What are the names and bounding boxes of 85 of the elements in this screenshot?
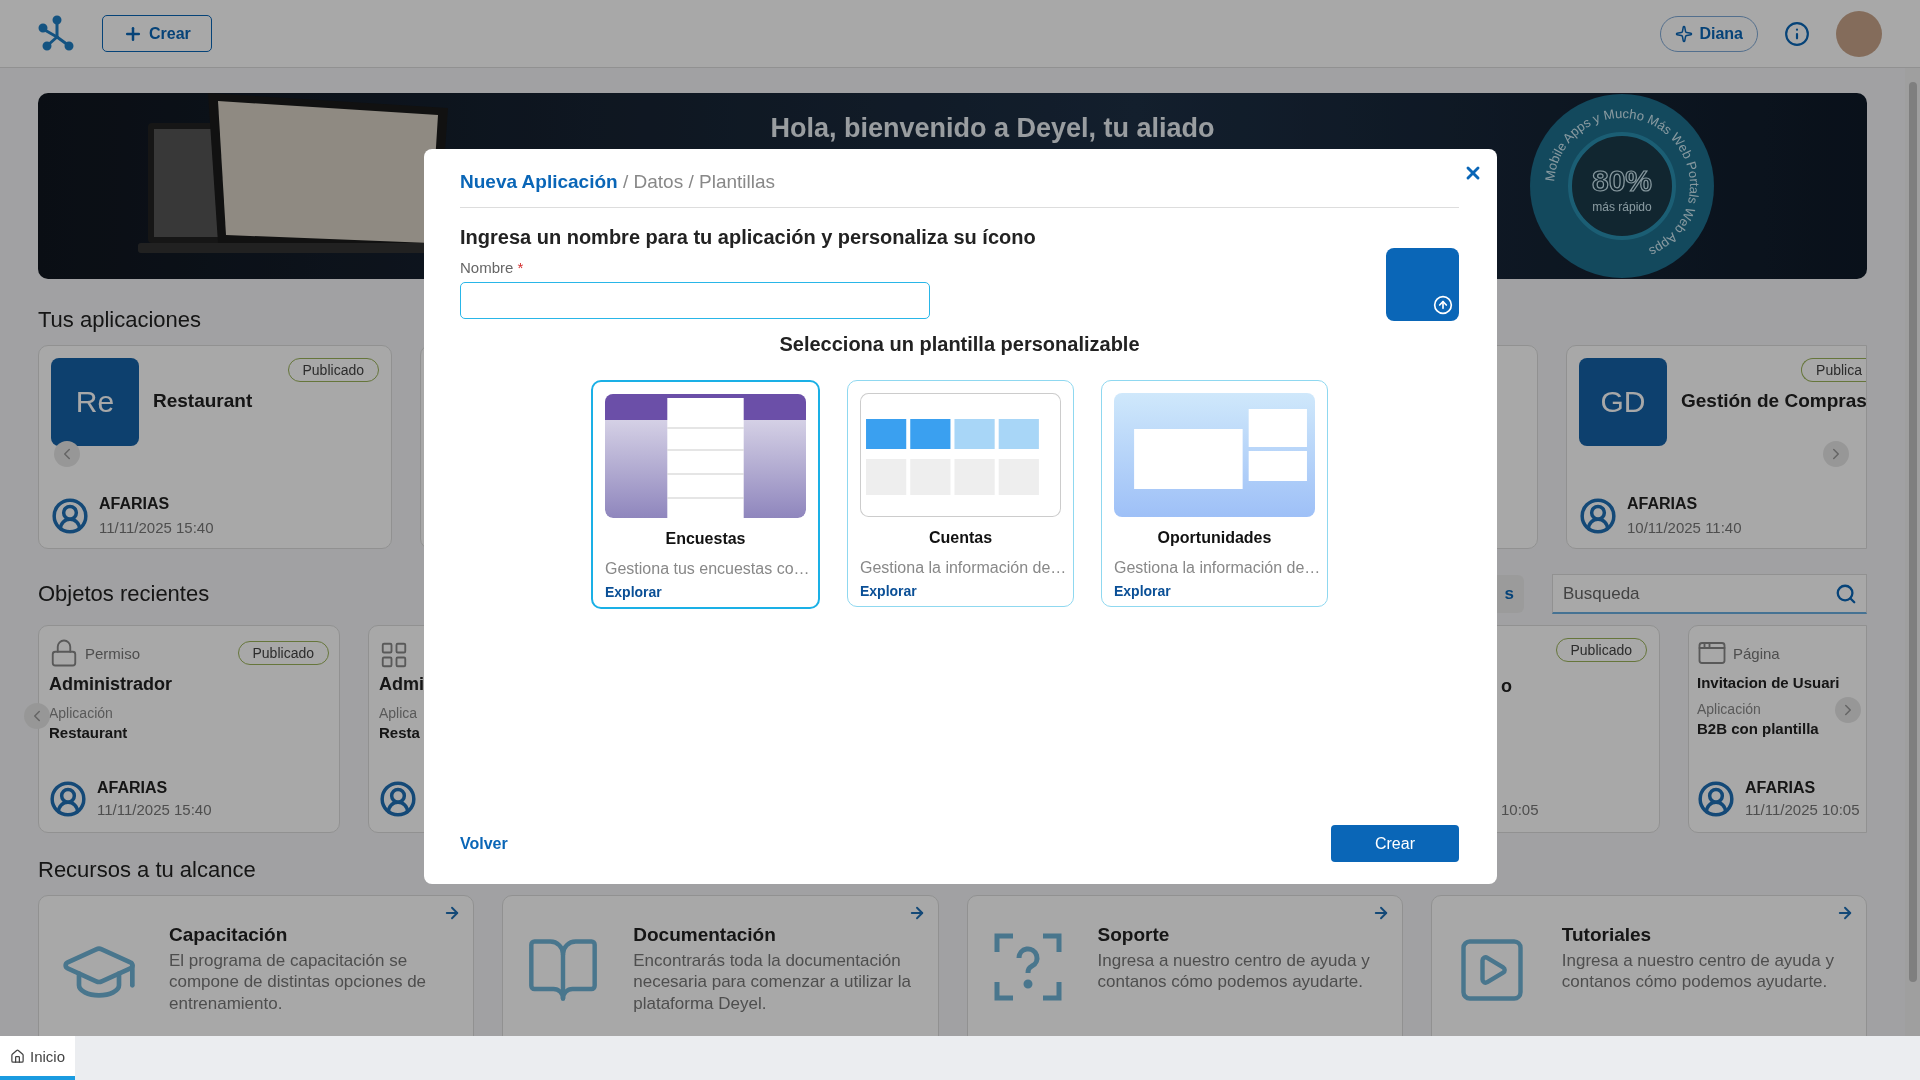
resource-title: Tutoriales: [1561, 924, 1653, 946]
app-name: Gestión de Compras: [1681, 390, 1866, 413]
template-card[interactable]: Oportunidades Gestiona la información de… Explorar: [1101, 380, 1328, 607]
search-icon[interactable]: [1835, 583, 1857, 605]
section-title: Objetos recientes: [38, 581, 210, 607]
create-button[interactable]: Crear: [102, 15, 212, 52]
app-icon-tile: Re: [51, 358, 139, 446]
resource-description: Ingresa a nuestro centro de ayuda y contanos cómo podemos ayudarte.: [1097, 950, 1371, 993]
recent-object-card[interactable]: Página Invitacion de Usuari Aplicación B2B con plantilla AFARIAS 11/11/2025 10:05: [1688, 625, 1867, 833]
sparkle-icon: [1675, 24, 1694, 43]
resource-description: El programa de capacitación se compone de distintas opciones de entrenamiento.: [169, 950, 428, 1014]
resource-title: Capacitación: [169, 924, 289, 946]
section-title: Tus aplicaciones: [38, 307, 202, 333]
application-name: B2B con plantilla: [1697, 720, 1819, 737]
template-card[interactable]: Encuestas Gestiona tus encuestas co… Explorar: [591, 380, 820, 609]
info-icon[interactable]: [1784, 20, 1810, 47]
resource-card[interactable]: Capacitación El programa de capacitación se compone de distintas opciones de entrenamiento.: [38, 895, 475, 1036]
back-link[interactable]: Volver: [460, 834, 508, 853]
name-input[interactable]: [460, 282, 930, 319]
app-name: Restaurant: [153, 390, 254, 413]
user-avatar-icon: [51, 496, 89, 535]
resource-card[interactable]: Documentación Encontrarás toda la documentación necesaria para comenzar a utilizar la plataforma Deyel.: [502, 895, 939, 1036]
app-icon-picker[interactable]: [1386, 248, 1459, 321]
carousel-prev-button[interactable]: [24, 703, 50, 729]
template-title: Oportunidades: [1156, 529, 1273, 547]
app-card[interactable]: Publica GD Gestión de Compras AFARIAS 10/11/2025 11:40: [1566, 345, 1867, 549]
template-card[interactable]: Cuentas Gestiona la información de… Explorar: [847, 380, 1074, 607]
owner-name: AFARIAS: [99, 495, 171, 513]
recent-object-card[interactable]: Permiso Publicado Administrador Aplicación Restaurant AFARIAS 11/11/2025 15:40: [38, 625, 340, 833]
modified-date: 11/11/2025 15:40: [97, 801, 212, 818]
banner-headline: Hola, bienvenido a Deyel, tu aliado: [769, 112, 1216, 144]
application-name: Resta: [379, 724, 420, 741]
assistant-button[interactable]: Diana: [1660, 15, 1758, 52]
breadcrumb: Nueva Aplicación / Datos / Plantillas: [460, 171, 777, 193]
resource-card[interactable]: Soporte Ingresa a nuestro centro de ayuda y contanos cómo podemos ayudarte.: [966, 895, 1403, 1036]
object-title: Administrador: [49, 674, 172, 695]
user-avatar-icon: [379, 780, 417, 818]
resource-title: Documentación: [633, 924, 777, 946]
resource-description: Encontrarás toda la documentación necesaria para comenzar a utilizar la plataforma Deyel.: [633, 950, 913, 1014]
upload-icon[interactable]: [1433, 295, 1453, 315]
modified-date: 11/11/2025 15:40: [99, 519, 214, 536]
resource-card[interactable]: Tutoriales Ingresa a nuestro centro de ayuda y contanos cómo podemos ayudarte.: [1430, 895, 1867, 1036]
field-label: Nombre *: [460, 259, 525, 276]
explore-link[interactable]: Explorar: [1114, 583, 1315, 599]
application-label: Aplicación: [1697, 701, 1761, 717]
object-title: o: [1501, 676, 1512, 697]
create-button[interactable]: Crear: [1331, 825, 1459, 862]
template-title: Cuentas: [927, 529, 994, 547]
modified-date: 11/11/2025 10:05: [1745, 801, 1860, 818]
app-card[interactable]: Publicado Re Restaurant AFARIAS 11/11/2025 15:40: [38, 345, 392, 549]
user-avatar-icon: [1579, 496, 1617, 535]
form-heading: Ingresa un nombre para tu aplicación y personaliza su ícono: [460, 226, 1036, 249]
modified-date: 10/11/2025 11:40: [1627, 519, 1742, 536]
grid-icon: [379, 640, 409, 670]
application-label: Aplica: [379, 705, 418, 721]
object-type: Página: [1733, 644, 1780, 662]
user-avatar[interactable]: [1836, 10, 1882, 57]
owner-name: AFARIAS: [1627, 495, 1699, 513]
resource-title: Soporte: [1097, 924, 1171, 946]
arrow-right-icon[interactable]: [1836, 904, 1854, 922]
user-avatar-icon: [1697, 779, 1735, 818]
owner-name: AFARIAS: [97, 779, 169, 797]
owner-name: AFARIAS: [1745, 779, 1817, 797]
templates-title: Selecciona un plantilla personalizable: [778, 333, 1141, 356]
app-icon-tile: GD: [1579, 358, 1667, 446]
application-label: Aplicación: [49, 705, 113, 721]
object-title: Invitacion de Usuari: [1697, 674, 1840, 691]
object-type: Permiso: [85, 644, 140, 662]
user-avatar-icon: [49, 779, 87, 818]
lock-icon: [49, 638, 79, 668]
logo-icon[interactable]: [38, 14, 76, 53]
explore-link[interactable]: Explorar: [605, 584, 806, 600]
template-description: Gestiona tus encuestas co…: [605, 560, 806, 578]
home-icon: [10, 1048, 25, 1064]
scrollbar[interactable]: [1905, 68, 1920, 1036]
template-title: Encuestas: [664, 530, 747, 548]
modified-date: 10:05: [1501, 801, 1540, 818]
question-scan-icon: [992, 932, 1063, 1002]
section-title: Recursos a tu alcance: [38, 857, 256, 883]
application-name: Restaurant: [49, 724, 128, 741]
search-field[interactable]: Busqueda: [1552, 574, 1867, 614]
object-title: Admi: [379, 674, 424, 695]
bottom-tab[interactable]: Inicio: [0, 1036, 76, 1080]
resource-description: Ingresa a nuestro centro de ayuda y contanos cómo podemos ayudarte.: [1561, 950, 1835, 993]
explore-link[interactable]: Explorar: [860, 583, 1061, 599]
